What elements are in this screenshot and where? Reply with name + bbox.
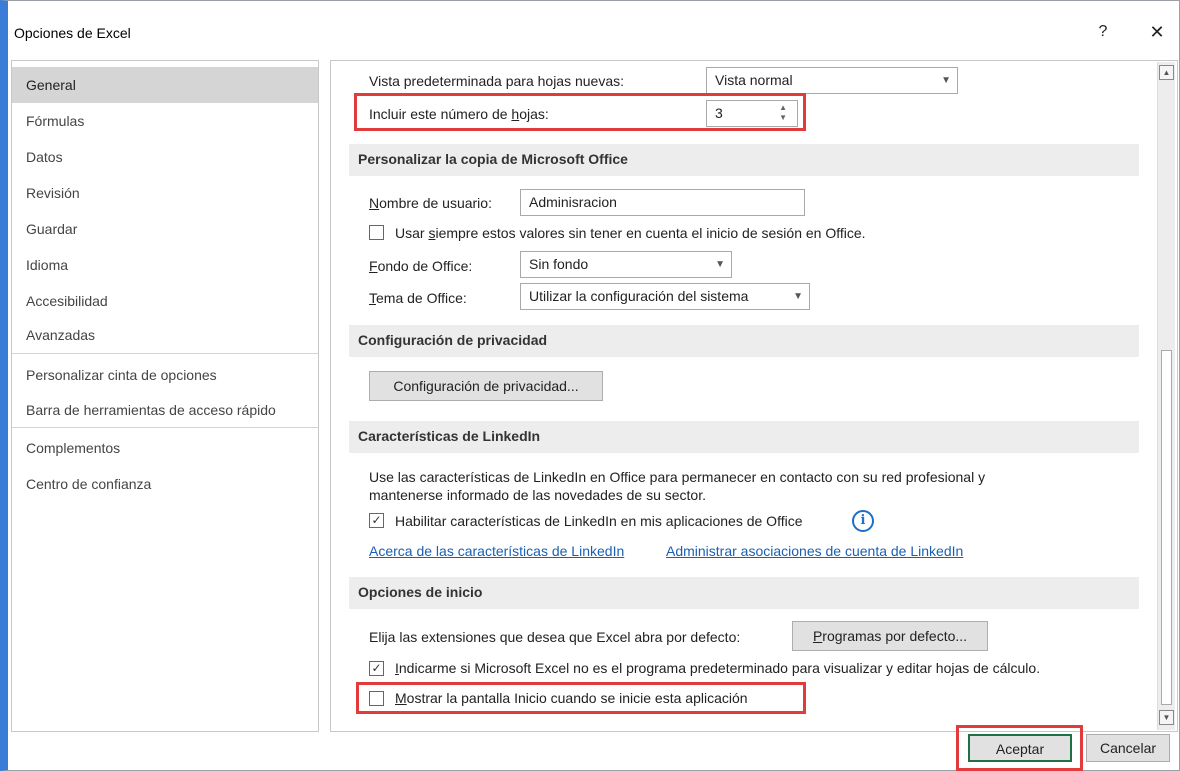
- dialog-title: Opciones de Excel: [14, 25, 131, 41]
- section-linkedin-title: Características de LinkedIn: [358, 428, 541, 444]
- default-view-label: Vista predeterminada para hojas nuevas:: [369, 73, 625, 89]
- linkedin-about-link[interactable]: Acerca de las características de LinkedI…: [369, 543, 624, 559]
- help-button[interactable]: ?: [1088, 19, 1118, 45]
- sidebar-item-datos[interactable]: Datos: [12, 139, 318, 175]
- chevron-down-icon: ▼: [715, 259, 725, 270]
- sidebar-item-personalizar-cinta[interactable]: Personalizar cinta de opciones: [12, 357, 318, 393]
- section-startup-title: Opciones de inicio: [358, 584, 483, 600]
- scrollbar-thumb[interactable]: [1161, 350, 1172, 705]
- sidebar-item-centro-confianza[interactable]: Centro de confianza: [12, 466, 318, 502]
- background-value: Sin fondo: [529, 256, 589, 272]
- scroll-up-icon[interactable]: ▲: [1159, 65, 1174, 80]
- username-value: Adminisracion: [529, 194, 617, 210]
- section-personalize-title: Personalizar la copia de Microsoft Offic…: [358, 151, 628, 167]
- section-privacy: Configuración de privacidad: [349, 325, 1139, 357]
- show-start-checkbox[interactable]: [369, 691, 384, 706]
- username-label: Nombre de usuario:: [369, 195, 492, 211]
- theme-label: Tema de Office:: [369, 290, 467, 306]
- sidebar-item-accesibilidad[interactable]: Accesibilidad: [12, 283, 318, 319]
- sidebar-item-general[interactable]: General: [12, 67, 318, 103]
- info-icon[interactable]: i: [852, 510, 874, 532]
- background-dropdown[interactable]: Sin fondo ▼: [520, 251, 732, 278]
- cancel-button[interactable]: Cancelar: [1086, 734, 1170, 762]
- sidebar-item-idioma[interactable]: Idioma: [12, 247, 318, 283]
- show-start-label: Mostrar la pantalla Inicio cuando se ini…: [395, 690, 748, 706]
- default-view-dropdown[interactable]: Vista normal ▼: [706, 67, 958, 94]
- sidebar-item-formulas[interactable]: Fórmulas: [12, 103, 318, 139]
- section-privacy-title: Configuración de privacidad: [358, 332, 548, 348]
- checkmark-icon: ✓: [371, 513, 382, 527]
- options-sidebar: General Fórmulas Datos Revisión Guardar …: [11, 60, 319, 732]
- spin-arrows-icon[interactable]: ▲ ▼: [779, 103, 787, 123]
- sidebar-divider: [12, 427, 318, 428]
- sidebar-item-barra-acceso-rapido[interactable]: Barra de herramientas de acceso rápido: [12, 392, 318, 428]
- linkedin-enable-label: Habilitar características de LinkedIn en…: [395, 513, 803, 529]
- sidebar-divider: [12, 353, 318, 354]
- chevron-down-icon: ▼: [793, 291, 803, 302]
- section-personalize: Personalizar la copia de Microsoft Offic…: [349, 144, 1139, 176]
- notify-default-label: Indicarme si Microsoft Excel no es el pr…: [395, 660, 1041, 676]
- linkedin-description-line1: Use las características de LinkedIn en O…: [369, 469, 986, 485]
- background-label: Fondo de Office:: [369, 258, 473, 274]
- scroll-down-icon[interactable]: ▼: [1159, 710, 1174, 725]
- always-use-label: Usar siempre estos valores sin tener en …: [395, 225, 866, 241]
- section-linkedin: Características de LinkedIn: [349, 421, 1139, 453]
- theme-dropdown[interactable]: Utilizar la configuración del sistema ▼: [520, 283, 810, 310]
- close-button[interactable]: ✕: [1140, 19, 1174, 45]
- default-view-value: Vista normal: [715, 72, 793, 88]
- title-bar: Opciones de Excel ? ✕: [8, 1, 1179, 51]
- linkedin-manage-link[interactable]: Administrar asociaciones de cuenta de Li…: [666, 543, 963, 559]
- sidebar-item-avanzadas[interactable]: Avanzadas: [12, 317, 318, 353]
- theme-value: Utilizar la configuración del sistema: [529, 288, 749, 304]
- linkedin-enable-checkbox[interactable]: ✓: [369, 513, 384, 528]
- linkedin-description-line2: mantenerse informado de las novedades de…: [369, 487, 706, 503]
- checkmark-icon: ✓: [371, 661, 382, 675]
- default-programs-button[interactable]: Programas por defecto...: [792, 621, 988, 651]
- extensions-label: Elija las extensiones que desea que Exce…: [369, 629, 741, 645]
- content-scrollbar[interactable]: ▲ ▼: [1157, 62, 1175, 730]
- chevron-down-icon: ▼: [941, 75, 951, 86]
- sheets-count-stepper[interactable]: 3 ▲ ▼: [706, 100, 798, 127]
- sidebar-item-guardar[interactable]: Guardar: [12, 211, 318, 247]
- sidebar-item-revision[interactable]: Revisión: [12, 175, 318, 211]
- username-field[interactable]: Adminisracion: [520, 189, 805, 216]
- section-startup: Opciones de inicio: [349, 577, 1139, 609]
- always-use-checkbox[interactable]: [369, 225, 384, 240]
- privacy-settings-button[interactable]: Configuración de privacidad...: [369, 371, 603, 401]
- sheets-count-value: 3: [715, 105, 723, 121]
- ok-button[interactable]: Aceptar: [968, 734, 1072, 762]
- sidebar-item-complementos[interactable]: Complementos: [12, 430, 318, 466]
- sheets-count-label: Incluir este número de hojas:: [369, 106, 549, 122]
- notify-default-checkbox[interactable]: ✓: [369, 661, 384, 676]
